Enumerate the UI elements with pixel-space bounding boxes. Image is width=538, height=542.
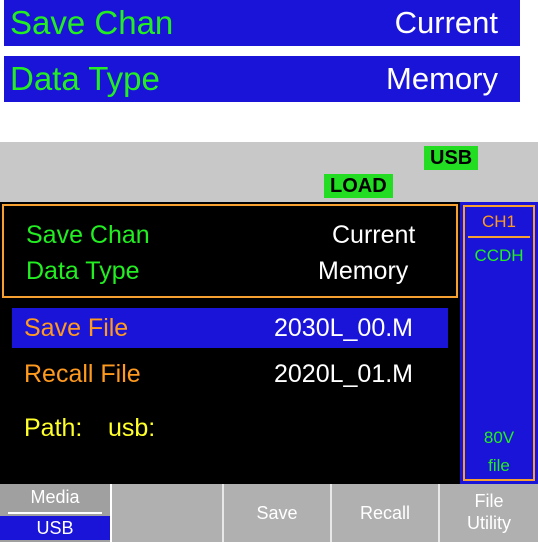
save-file-row[interactable]: Save File 2030L_00.M [12, 308, 448, 348]
zoom-save-chan-value: Current [394, 5, 498, 40]
media-label: Media [30, 487, 80, 507]
blank-softkey[interactable] [112, 484, 224, 542]
path-label: Path: [24, 414, 83, 442]
save-file-label: Save File [24, 314, 129, 342]
zoom-save-chan-banner: Save Chan Current [4, 0, 520, 46]
file-utility-softkey[interactable]: File Utility [440, 484, 538, 542]
channel-label: CH1 [481, 212, 516, 231]
zoom-data-type-value: Memory [386, 61, 498, 96]
load-badge: LOAD [324, 174, 393, 198]
status-bar: USB LOAD [0, 142, 538, 202]
save-chan-label: Save Chan [26, 221, 150, 249]
path-value: usb: [108, 414, 156, 442]
channel-divider [468, 236, 530, 238]
media-divider [8, 512, 102, 514]
save-softkey[interactable]: Save [224, 484, 332, 542]
data-type-label: Data Type [26, 257, 140, 285]
zoom-data-type-label: Data Type [10, 60, 160, 97]
file-utility-line1: File [474, 491, 504, 511]
settings-box: Save Chan Current Data Type Memory [2, 204, 458, 298]
softkey-bar: Media USB Save Recall File Utility [0, 484, 538, 542]
file-utility-line2: Utility [467, 513, 511, 533]
recall-file-value[interactable]: 2020L_01.M [274, 359, 413, 389]
voltage-label: 80V [483, 428, 515, 447]
data-type-value[interactable]: Memory [318, 256, 408, 286]
channel-status-column: CH1 CCDH 80V file [460, 202, 538, 484]
save-file-value: 2030L_00.M [274, 314, 414, 342]
file-label: file [488, 456, 510, 475]
zoom-save-chan-label: Save Chan [10, 4, 174, 41]
media-softkey[interactable]: Media USB [0, 484, 112, 542]
file-panel: Save Chan Current Data Type Memory Save … [0, 202, 460, 484]
recall-file-label: Recall File [24, 360, 141, 388]
usb-badge: USB [424, 146, 479, 170]
save-chan-value[interactable]: Current [332, 220, 415, 250]
zoom-data-type-banner: Data Type Memory [4, 56, 520, 102]
mode-label: CCDH [474, 246, 524, 265]
recall-softkey[interactable]: Recall [332, 484, 440, 542]
media-value: USB [0, 516, 110, 540]
